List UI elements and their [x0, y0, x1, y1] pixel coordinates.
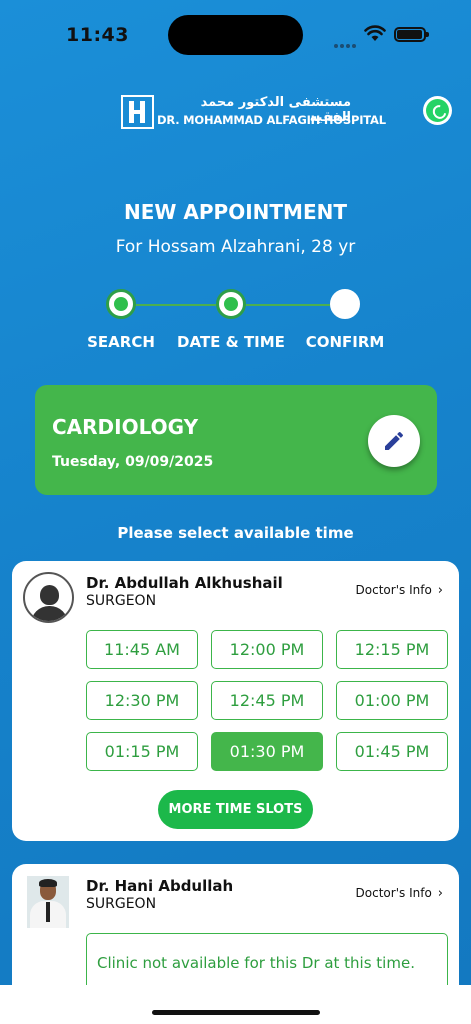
logo-mark: [121, 95, 154, 129]
edit-button[interactable]: [368, 415, 420, 467]
step-connector: [136, 304, 216, 306]
patient-subtitle: For Hossam Alzahrani, 28 yr: [115, 237, 356, 257]
doctor-info-link[interactable]: Doctor's Info ›: [356, 583, 443, 598]
more-time-slots-button[interactable]: MORE TIME SLOTS: [158, 790, 313, 829]
logo-english-text: DR. MOHAMMAD ALFAGIH HOSPITAL: [157, 113, 386, 127]
bottom-safe-area: [0, 985, 471, 1024]
time-slot-button[interactable]: 12:00 PM: [211, 630, 323, 669]
hospital-logo: مستشفى الدكتور محمد الفقيه DR. MOHAMMAD …: [121, 95, 386, 131]
progress-stepper: SEARCH DATE & TIME CONFIRM: [0, 289, 471, 359]
step-connector: [246, 304, 330, 306]
chevron-right-icon: ›: [437, 583, 443, 598]
time-slot-button[interactable]: 12:30 PM: [86, 681, 198, 720]
time-slot-button[interactable]: 12:15 PM: [336, 630, 448, 669]
step-datetime-label: DATE & TIME: [177, 333, 285, 351]
status-bar: 11:43: [0, 0, 471, 70]
time-slot-button-selected[interactable]: 01:30 PM: [211, 732, 323, 771]
specialty-card: CARDIOLOGY Tuesday, 09/09/2025: [35, 385, 437, 495]
step-search-indicator: [106, 289, 136, 319]
step-datetime-indicator: [216, 289, 246, 319]
specialty-name: CARDIOLOGY: [52, 415, 199, 439]
time-slot-button[interactable]: 11:45 AM: [86, 630, 198, 669]
page-title: NEW APPOINTMENT: [124, 200, 347, 224]
time-slot-button[interactable]: 01:00 PM: [336, 681, 448, 720]
chevron-right-icon: ›: [437, 886, 443, 901]
time-slot-button[interactable]: 01:15 PM: [86, 732, 198, 771]
doctor-info-link[interactable]: Doctor's Info ›: [356, 886, 443, 901]
doctor-role: SURGEON: [86, 896, 157, 912]
battery-icon: [394, 27, 429, 42]
doctor-photo: [27, 876, 69, 928]
signal-icon: [334, 33, 358, 52]
select-time-prompt: Please select available time: [117, 524, 354, 542]
dynamic-island: [168, 15, 303, 55]
doctor-card: Dr. Abdullah Alkhushail SURGEON Doctor's…: [12, 561, 459, 841]
step-confirm-label: CONFIRM: [305, 333, 385, 351]
step-confirm-indicator: [330, 289, 360, 319]
pencil-icon: [385, 431, 404, 450]
wifi-icon: [364, 25, 386, 41]
time-slot-button[interactable]: 01:45 PM: [336, 732, 448, 771]
doctor-info-label: Doctor's Info: [355, 583, 432, 597]
doctor-name: Dr. Abdullah Alkhushail: [86, 574, 283, 592]
time-slot-button[interactable]: 12:45 PM: [211, 681, 323, 720]
appointment-date: Tuesday, 09/09/2025: [52, 454, 214, 470]
doctor-role: SURGEON: [86, 593, 157, 609]
home-indicator[interactable]: [152, 1010, 320, 1015]
doctor-name: Dr. Hani Abdullah: [86, 877, 234, 895]
whatsapp-icon[interactable]: [423, 96, 452, 125]
doctor-avatar: [23, 572, 74, 623]
doctor-info-label: Doctor's Info: [355, 886, 432, 900]
status-time: 11:43: [66, 24, 129, 46]
